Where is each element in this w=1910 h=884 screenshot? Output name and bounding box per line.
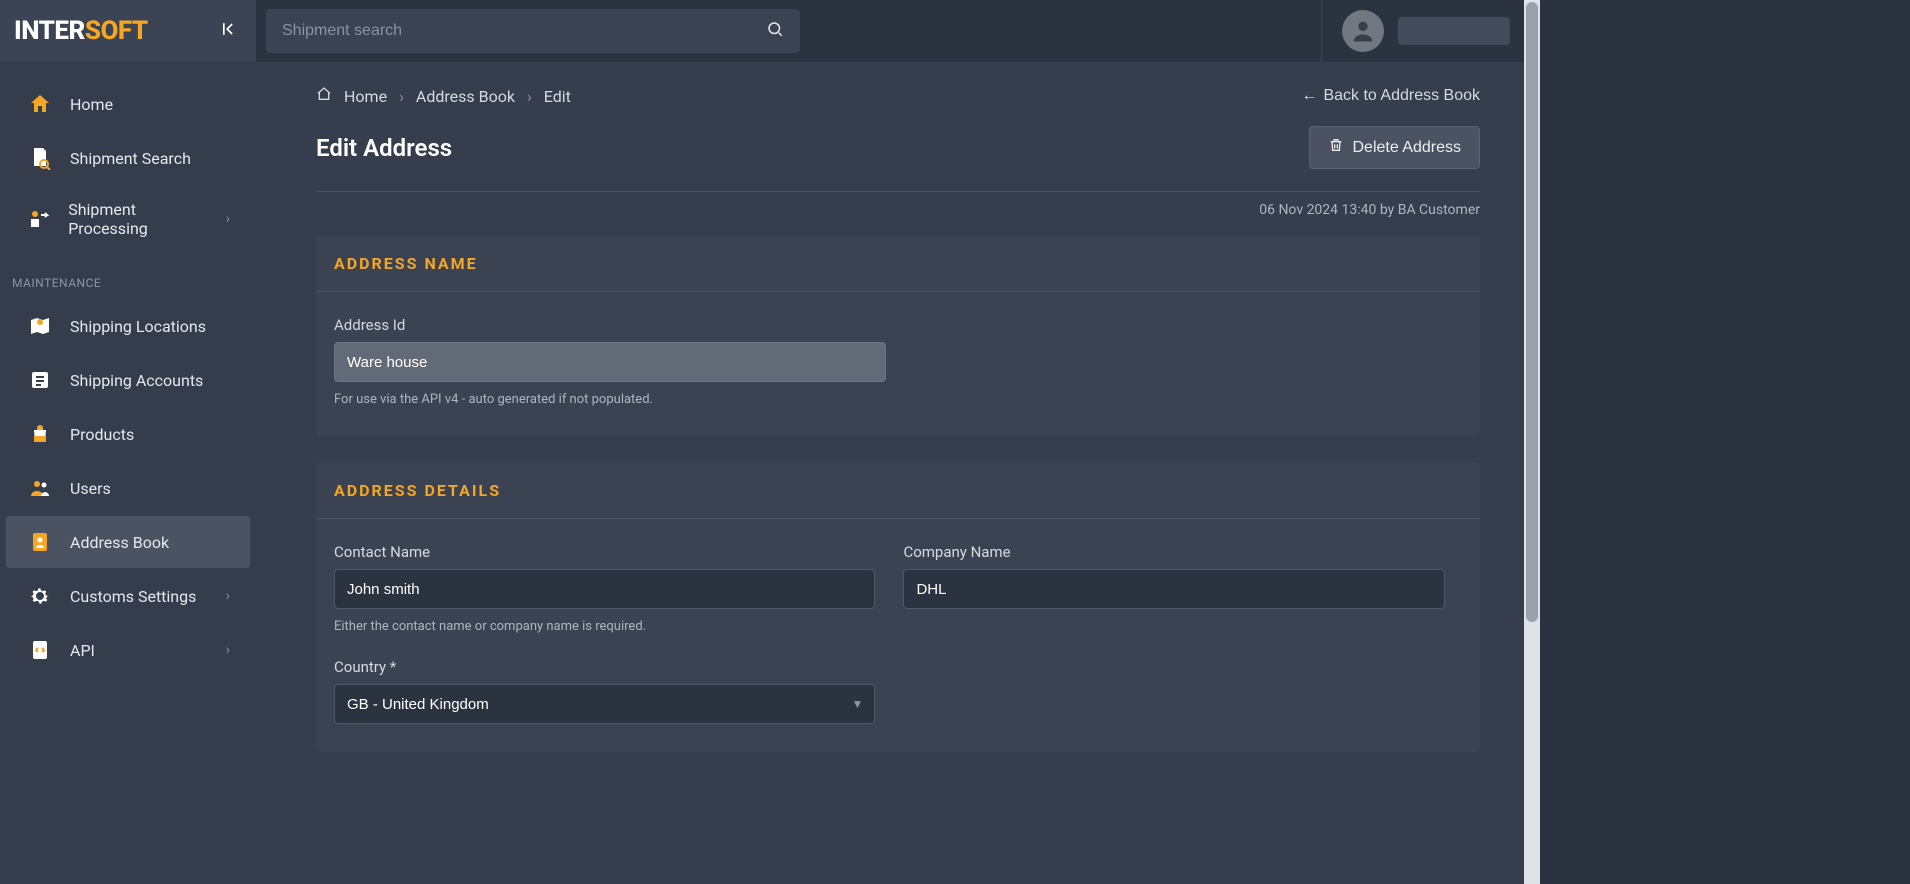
sidebar-item-label: Home	[70, 95, 113, 114]
brand-part2: SOFT	[85, 16, 148, 46]
list-icon	[26, 368, 54, 392]
company-name-label: Company Name	[903, 543, 1444, 561]
breadcrumb: Home › Address Book › Edit	[316, 86, 571, 106]
contact-name-label: Contact Name	[334, 543, 875, 561]
trash-icon	[1328, 137, 1344, 158]
home-icon	[316, 86, 332, 106]
chevron-right-icon: ›	[226, 588, 230, 604]
chevron-right-icon: ›	[527, 87, 532, 106]
sidebar-item-shipping-accounts[interactable]: Shipping Accounts	[6, 354, 250, 406]
back-link-label: Back to Address Book	[1323, 87, 1480, 105]
sidebar-item-label: Address Book	[70, 533, 169, 552]
content-area: Home › Address Book › Edit ← Back to Add…	[256, 62, 1540, 884]
processing-icon	[26, 207, 52, 231]
bag-icon	[26, 422, 54, 446]
brand-logo: INTERSOFT	[14, 16, 148, 46]
delete-button-label: Delete Address	[1352, 139, 1461, 157]
panel-address-details: ADDRESS DETAILS Contact Name Either the …	[316, 463, 1480, 752]
page-scrollbar[interactable]	[1524, 0, 1540, 884]
address-id-input[interactable]	[334, 342, 886, 382]
search-icon	[766, 20, 784, 42]
document-search-icon	[26, 146, 54, 170]
sidebar-item-home[interactable]: Home	[6, 78, 250, 130]
breadcrumb-home[interactable]: Home	[344, 87, 387, 106]
sidebar-item-shipment-search[interactable]: Shipment Search	[6, 132, 250, 184]
sidebar-item-products[interactable]: Products	[6, 408, 250, 460]
sidebar-item-users[interactable]: Users	[6, 462, 250, 514]
panel-header-address-name: ADDRESS NAME	[316, 236, 1480, 292]
country-label: Country *	[334, 658, 875, 676]
sidebar-item-label: Users	[70, 479, 111, 498]
avatar[interactable]	[1342, 10, 1384, 52]
sidebar-item-label: Shipment Search	[70, 149, 191, 168]
shipment-search-input[interactable]	[282, 22, 766, 40]
back-to-address-book-link[interactable]: ← Back to Address Book	[1301, 87, 1480, 105]
delete-address-button[interactable]: Delete Address	[1309, 126, 1480, 169]
topbar-user-area[interactable]	[1321, 0, 1530, 62]
sidebar: INTERSOFT Home Shipment Search	[0, 0, 256, 884]
collapse-icon	[218, 19, 238, 39]
address-book-icon	[26, 530, 54, 554]
breadcrumb-address-book[interactable]: Address Book	[416, 87, 515, 106]
address-id-label: Address Id	[334, 316, 886, 334]
panel-header-address-details: ADDRESS DETAILS	[316, 463, 1480, 519]
chevron-right-icon: ›	[226, 211, 230, 227]
code-file-icon	[26, 638, 54, 662]
chevron-right-icon: ›	[226, 642, 230, 658]
shipment-search-box[interactable]	[266, 9, 800, 53]
panel-address-name: ADDRESS NAME Address Id For use via the …	[316, 236, 1480, 435]
sidebar-item-label: Products	[70, 425, 134, 444]
country-select[interactable]	[334, 684, 875, 724]
sidebar-item-shipment-processing[interactable]: Shipment Processing ›	[6, 186, 250, 252]
company-name-input[interactable]	[903, 569, 1444, 609]
topbar	[256, 0, 1540, 62]
contact-name-input[interactable]	[334, 569, 875, 609]
field-country: Country * ▼	[334, 658, 875, 724]
gear-icon	[26, 584, 54, 608]
sidebar-section-maintenance: MAINTENANCE	[0, 254, 256, 298]
brand-part1: INTER	[14, 16, 85, 46]
sidebar-item-label: Shipment Processing	[68, 200, 210, 238]
sidebar-item-address-book[interactable]: Address Book	[6, 516, 250, 568]
sidebar-item-label: Customs Settings	[70, 587, 196, 606]
contact-name-hint: Either the contact name or company name …	[334, 619, 875, 634]
home-icon	[26, 92, 54, 116]
field-contact-name: Contact Name Either the contact name or …	[334, 543, 875, 634]
breadcrumb-edit: Edit	[544, 87, 571, 106]
scrollbar-thumb[interactable]	[1526, 2, 1538, 622]
sidebar-item-shipping-locations[interactable]: Shipping Locations	[6, 300, 250, 352]
primary-nav: Home Shipment Search Shipment Processing…	[0, 62, 256, 678]
sidebar-item-label: Shipping Accounts	[70, 371, 203, 390]
chevron-right-icon: ›	[399, 87, 404, 106]
user-name-placeholder	[1398, 17, 1510, 45]
field-address-id: Address Id For use via the API v4 - auto…	[334, 316, 886, 407]
sidebar-item-customs-settings[interactable]: Customs Settings ›	[6, 570, 250, 622]
users-icon	[26, 476, 54, 500]
map-pin-icon	[26, 314, 54, 338]
sidebar-item-label: API	[70, 641, 95, 660]
sidebar-item-label: Shipping Locations	[70, 317, 206, 336]
address-id-hint: For use via the API v4 - auto generated …	[334, 392, 886, 407]
page-title: Edit Address	[316, 134, 452, 162]
logo-area: INTERSOFT	[0, 0, 256, 62]
sidebar-collapse-button[interactable]	[214, 15, 242, 48]
main-column: Home › Address Book › Edit ← Back to Add…	[256, 0, 1540, 884]
sidebar-item-api[interactable]: API ›	[6, 624, 250, 676]
arrow-left-icon: ←	[1301, 87, 1317, 105]
field-company-name: Company Name	[903, 543, 1444, 634]
last-modified-meta: 06 Nov 2024 13:40 by BA Customer	[316, 202, 1480, 218]
